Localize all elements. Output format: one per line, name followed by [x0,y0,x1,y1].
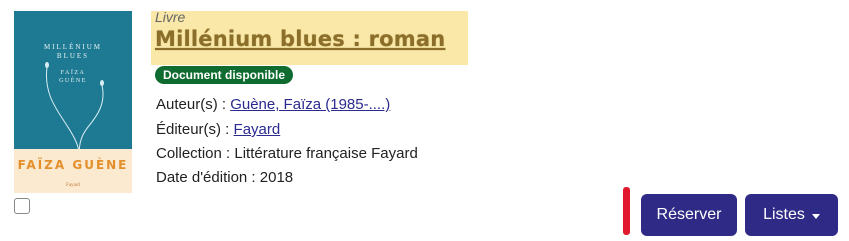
document-type: Livre [155,9,186,25]
reserve-button-label: Réserver [656,206,722,223]
red-annotation-mark [623,187,630,235]
availability-badge: Document disponible [155,66,294,84]
cover-author-text: FAÏZA GUÈNE [17,158,129,172]
lists-button-label: Listes [763,206,805,223]
cover-author-small-text: FAÏZA GUÈNE [59,70,87,84]
date-line: Date d'édition : 2018 [156,169,293,187]
publisher-label: Éditeur(s) : [156,121,234,138]
cover-bottom-band: FAÏZA GUÈNE Fayard [14,149,132,193]
reserve-button[interactable]: Réserver [641,194,737,236]
cover-publisher-text: Fayard [66,183,80,188]
author-link[interactable]: Guène, Faïza (1985-....) [230,96,390,113]
date-label: Date d'édition : [156,169,260,186]
caret-down-icon [811,213,820,219]
author-label: Auteur(s) : [156,96,231,113]
select-record-checkbox[interactable] [14,198,30,214]
collection-line: Collection : Littérature française Fayar… [156,145,418,163]
lists-dropdown-button[interactable]: Listes [745,194,838,236]
publisher-line: Éditeur(s) : Fayard [156,121,280,139]
record-title-link[interactable]: Millénium blues : roman [155,27,445,51]
date-value: 2018 [259,169,294,186]
collection-label: Collection : [156,145,235,162]
publisher-link[interactable]: Fayard [234,121,281,138]
author-line: Auteur(s) : Guène, Faïza (1985-....) [156,96,390,114]
collection-value: Littérature française Fayard [234,145,418,162]
book-cover-image[interactable]: MILLÉNIUM BLUES FAÏZA GUÈNE FAÏZA GUÈNE … [14,11,132,193]
